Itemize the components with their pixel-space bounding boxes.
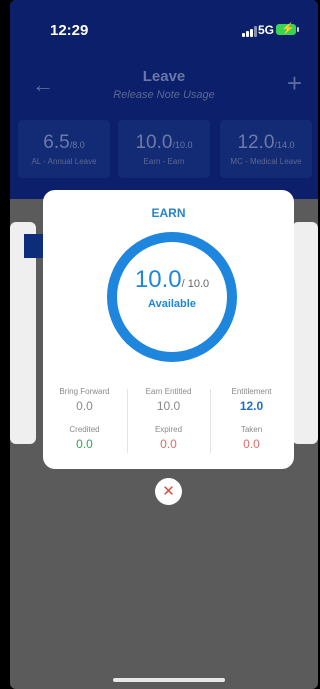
available-value: 10.0: [134, 266, 182, 293]
summary-value: 10.0: [135, 132, 173, 153]
plus-icon[interactable]: +: [287, 68, 302, 99]
stat-value: 10.0: [156, 399, 181, 413]
available-progress-ring: 10.0/ 10.0 Available: [107, 232, 237, 362]
stat-value: 0.0: [76, 399, 93, 413]
stat-label: Credited: [69, 425, 100, 434]
stat-earn-entitled: Earn Entitled 10.0: [127, 387, 210, 413]
summary-total: /10.0: [172, 140, 193, 150]
leave-detail-modal: EARN 10.0/ 10.0 Available Bring Forward …: [43, 190, 294, 469]
leave-stats-grid: Bring Forward 0.0 Earn Entitled 10.0 Ent…: [43, 387, 294, 457]
phone-screen: 12:29 5G ⚡ ← Leave Release Note Usage + …: [10, 0, 318, 689]
stat-credited: Credited 0.0: [43, 425, 126, 451]
page-title: Leave: [142, 68, 186, 85]
stat-bring-forward: Bring Forward 0.0: [43, 387, 126, 413]
signal-icon: [242, 26, 258, 37]
summary-label: MC - Medical Leave: [230, 157, 302, 166]
summary-label: Earn - Earn: [143, 157, 185, 166]
carousel-card-next[interactable]: [292, 222, 318, 444]
stat-label: Taken: [240, 425, 263, 434]
available-total: / 10.0: [181, 278, 210, 290]
available-label: Available: [148, 298, 196, 310]
stat-value: 0.0: [76, 437, 93, 451]
summary-label: AL - Annual Leave: [31, 157, 97, 166]
status-time: 12:29: [50, 22, 89, 39]
page-subtitle: Release Note Usage: [113, 89, 215, 101]
summary-card-annual[interactable]: 6.5/8.0 AL - Annual Leave: [18, 120, 110, 178]
summary-total: /8.0: [69, 140, 85, 150]
battery-icon: ⚡: [276, 23, 299, 35]
stat-taken: Taken 0.0: [210, 425, 293, 451]
close-icon[interactable]: ✕: [155, 478, 182, 505]
stat-expired: Expired 0.0: [127, 425, 210, 451]
stat-label: Entitlement: [231, 387, 272, 396]
summary-value: 6.5: [43, 132, 70, 153]
summary-value: 12.0: [237, 132, 275, 153]
app-header: ← Leave Release Note Usage +: [10, 60, 318, 110]
status-bar: 12:29 5G ⚡: [10, 0, 318, 54]
summary-card-medical[interactable]: 12.0/14.0 MC - Medical Leave: [220, 120, 312, 178]
summary-total: /14.0: [274, 140, 295, 150]
summary-card-earn[interactable]: 10.0/10.0 Earn - Earn: [118, 120, 210, 178]
stat-value: 0.0: [243, 437, 260, 451]
stat-label: Bring Forward: [59, 387, 110, 396]
stat-value: 0.0: [160, 437, 177, 451]
stat-label: Expired: [154, 425, 183, 434]
stat-entitlement: Entitlement 12.0: [210, 387, 293, 413]
leave-summary-row: 6.5/8.0 AL - Annual Leave 10.0/10.0 Earn…: [10, 120, 318, 180]
home-indicator: [113, 678, 225, 682]
stat-label: Earn Entitled: [145, 387, 192, 396]
stat-value: 12.0: [239, 399, 264, 413]
modal-title: EARN: [151, 206, 186, 220]
network-label: 5G: [258, 23, 275, 37]
